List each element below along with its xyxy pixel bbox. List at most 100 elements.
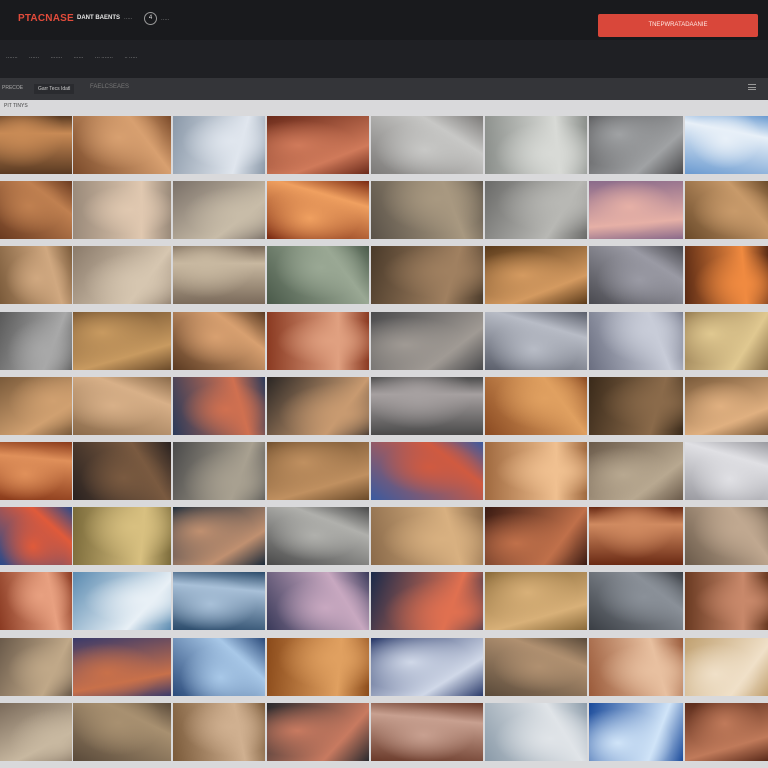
brand-logo[interactable]: PTACNASE [18, 13, 74, 24]
thumbnail-card[interactable] [685, 702, 768, 761]
thumbnail-card[interactable] [173, 181, 265, 240]
thumbnail-card[interactable] [73, 637, 171, 696]
thumbnail-card[interactable] [73, 376, 171, 435]
thumbnail-card[interactable] [73, 572, 171, 631]
thumbnail-card[interactable] [0, 246, 72, 305]
thumbnail-card[interactable] [0, 311, 72, 370]
thumbnail-card[interactable] [173, 637, 265, 696]
thumbnail-card[interactable] [0, 442, 72, 500]
thumbnail-card[interactable] [0, 637, 72, 696]
filter-chip[interactable]: Garr Tecs Idatl [34, 84, 75, 94]
menu-icon[interactable] [748, 84, 756, 90]
thumbnail-card[interactable] [73, 442, 171, 500]
thumbnail-card[interactable] [267, 507, 369, 566]
filter-label[interactable]: PRECOE [2, 85, 23, 91]
thumbnail-card[interactable] [173, 246, 265, 305]
thumbnail-card[interactable] [0, 376, 72, 435]
thumbnail-card[interactable] [0, 572, 72, 631]
thumbnail-card[interactable] [685, 311, 768, 370]
subnav-links: ······· ······ ······· ······ ··· ······… [6, 55, 147, 61]
thumbnail-card[interactable] [371, 702, 483, 761]
thumbnail-card[interactable] [589, 637, 683, 696]
thumbnail-card[interactable] [267, 442, 369, 500]
thumbnail-card[interactable] [173, 572, 265, 631]
thumbnail-card[interactable] [589, 507, 683, 566]
thumbnail-card[interactable] [371, 507, 483, 566]
thumbnail-card[interactable] [485, 702, 587, 761]
thumbnail-card[interactable] [173, 116, 265, 174]
thumbnail-card[interactable] [485, 572, 587, 631]
thumbnail-card[interactable] [173, 376, 265, 435]
thumbnail-card[interactable] [589, 572, 683, 631]
thumbnail-card[interactable] [73, 116, 171, 174]
thumbnail-card[interactable] [485, 116, 587, 174]
thumbnail-card[interactable] [371, 572, 483, 631]
thumbnail-card[interactable] [371, 376, 483, 435]
thumbnail-card[interactable] [371, 181, 483, 240]
thumbnail-card[interactable] [589, 116, 683, 174]
thumbnail-card[interactable] [589, 442, 683, 500]
thumbnail-card[interactable] [485, 507, 587, 566]
subnav-link[interactable]: ······· [6, 55, 18, 61]
thumbnail-grid [0, 116, 768, 768]
thumbnail-card[interactable] [485, 181, 587, 240]
thumbnail-card[interactable] [589, 181, 683, 240]
thumbnail-card[interactable] [589, 311, 683, 370]
nav-item-secondary[interactable]: ····· [124, 16, 132, 22]
thumbnail-card[interactable] [73, 311, 171, 370]
thumbnail-card[interactable] [485, 442, 587, 500]
thumbnail-card[interactable] [685, 637, 768, 696]
thumbnail-card[interactable] [267, 116, 369, 174]
thumbnail-card[interactable] [267, 311, 369, 370]
thumbnail-card[interactable] [0, 507, 72, 566]
thumbnail-card[interactable] [371, 311, 483, 370]
subnav-link[interactable]: ······ [73, 55, 83, 61]
subnav-link[interactable]: ··· ······· [95, 55, 113, 61]
thumbnail-card[interactable] [371, 116, 483, 174]
primary-cta-button[interactable]: TNEPWRATADAANIE [598, 14, 758, 37]
thumbnail-card[interactable] [371, 637, 483, 696]
thumbnail-row [0, 572, 768, 632]
thumbnail-card[interactable] [0, 702, 72, 761]
thumbnail-card[interactable] [685, 507, 768, 566]
thumbnail-card[interactable] [589, 246, 683, 305]
thumbnail-card[interactable] [685, 376, 768, 435]
thumbnail-card[interactable] [371, 246, 483, 305]
thumbnail-card[interactable] [173, 442, 265, 500]
thumbnail-card[interactable] [267, 572, 369, 631]
thumbnail-card[interactable] [485, 637, 587, 696]
thumbnail-card[interactable] [267, 702, 369, 761]
subnav-link[interactable]: ·· ····· [124, 55, 137, 61]
thumbnail-card[interactable] [73, 246, 171, 305]
filter-option[interactable]: FAELCSEAES [90, 84, 129, 90]
notification-badge[interactable]: 4 [144, 12, 157, 25]
thumbnail-card[interactable] [485, 376, 587, 435]
thumbnail-card[interactable] [0, 116, 72, 174]
thumbnail-card[interactable] [685, 246, 768, 305]
thumbnail-card[interactable] [267, 181, 369, 240]
thumbnail-card[interactable] [589, 376, 683, 435]
thumbnail-card[interactable] [173, 507, 265, 566]
thumbnail-card[interactable] [73, 181, 171, 240]
thumbnail-card[interactable] [485, 246, 587, 305]
thumbnail-card[interactable] [267, 637, 369, 696]
thumbnail-card[interactable] [73, 507, 171, 566]
nav-item-tertiary[interactable]: ····· [161, 17, 169, 23]
subnav-link[interactable]: ······ [29, 55, 39, 61]
thumbnail-row [0, 702, 768, 763]
thumbnail-card[interactable] [173, 311, 265, 370]
subnav-link[interactable]: ······· [50, 55, 62, 61]
thumbnail-card[interactable] [589, 702, 683, 761]
thumbnail-card[interactable] [0, 181, 72, 240]
thumbnail-card[interactable] [173, 702, 265, 761]
nav-item-primary[interactable]: DANT BAENTS [77, 15, 120, 21]
thumbnail-card[interactable] [371, 442, 483, 500]
thumbnail-card[interactable] [267, 246, 369, 305]
thumbnail-card[interactable] [485, 311, 587, 370]
thumbnail-card[interactable] [73, 702, 171, 761]
thumbnail-card[interactable] [685, 572, 768, 631]
thumbnail-card[interactable] [685, 181, 768, 240]
thumbnail-card[interactable] [685, 442, 768, 500]
thumbnail-card[interactable] [685, 116, 768, 174]
thumbnail-card[interactable] [267, 376, 369, 435]
